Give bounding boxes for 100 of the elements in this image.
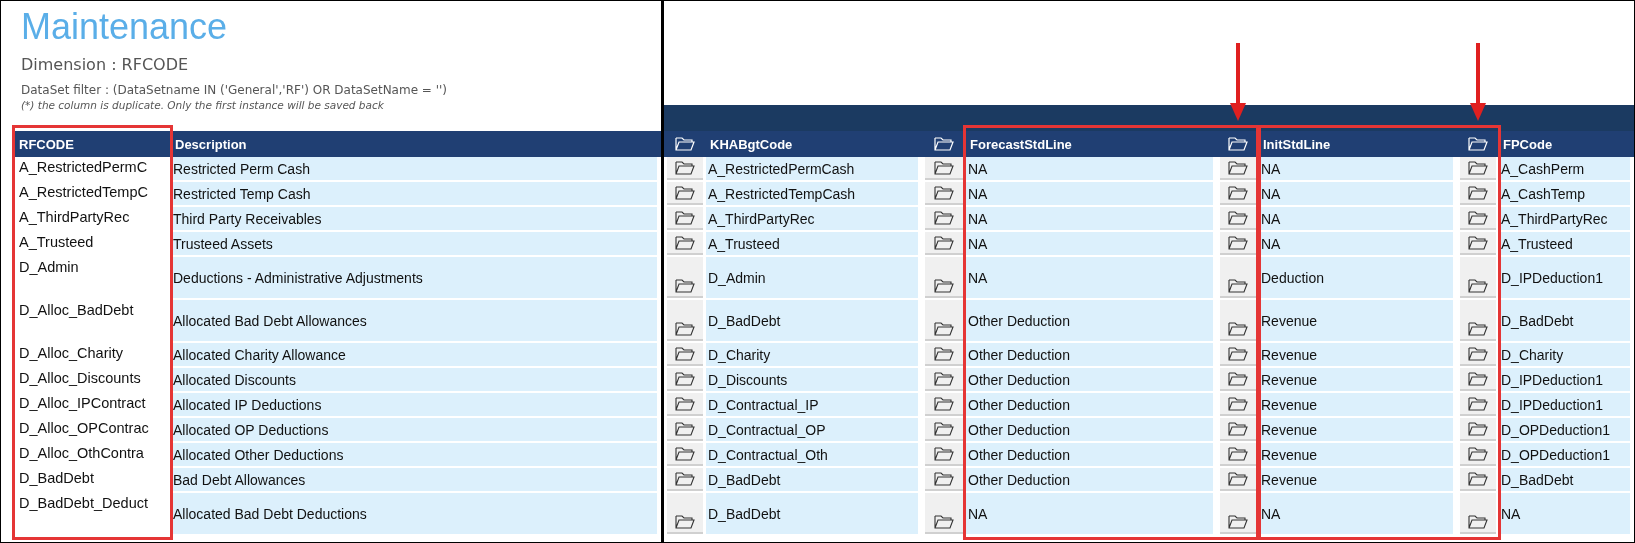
folder-button[interactable]: [667, 232, 703, 255]
folder-button[interactable]: [925, 393, 963, 416]
column-header: RFCODE: [18, 136, 75, 152]
folder-button[interactable]: [925, 232, 963, 255]
folder-button[interactable]: [1220, 232, 1256, 255]
folder-button[interactable]: [925, 468, 963, 491]
folder-button[interactable]: [1220, 257, 1256, 298]
table-cell: Allocated Other Deductions: [173, 446, 344, 463]
folder-button[interactable]: [667, 182, 703, 205]
folder-button[interactable]: [667, 493, 703, 534]
folder-icon: [1468, 236, 1488, 250]
folder-button[interactable]: [667, 368, 703, 391]
folder-button[interactable]: [1460, 157, 1496, 180]
folder-icon: [1228, 447, 1248, 461]
table-cell: NA: [1501, 505, 1521, 522]
table-cell: Allocated OP Deductions: [173, 421, 329, 438]
folder-icon: [1228, 211, 1248, 225]
folder-icon: [934, 161, 954, 175]
table-cell: NA: [1261, 185, 1281, 202]
folder-icon: [934, 211, 954, 225]
folder-button[interactable]: [1220, 343, 1256, 366]
folder-button[interactable]: [1220, 468, 1256, 491]
folder-button[interactable]: [1220, 443, 1256, 466]
table-cell: A_RestrictedPermC: [19, 159, 148, 175]
table-cell: Other Deduction: [968, 312, 1070, 329]
folder-button[interactable]: [925, 300, 963, 341]
folder-button[interactable]: [925, 368, 963, 391]
folder-button[interactable]: [925, 207, 963, 230]
table-cell: Trusteed Assets: [173, 235, 273, 252]
folder-icon: [675, 161, 695, 175]
folder-icon: [1468, 161, 1488, 175]
folder-button[interactable]: [1460, 232, 1496, 255]
folder-button[interactable]: [925, 157, 963, 180]
folder-button[interactable]: [1220, 182, 1256, 205]
table-cell: Bad Debt Allowances: [173, 471, 306, 488]
folder-button[interactable]: [925, 182, 963, 205]
folder-button[interactable]: [1220, 157, 1256, 180]
table-cell: A_Trusteed: [19, 234, 94, 250]
table-cell: NA: [968, 235, 988, 252]
table-cell: Allocated IP Deductions: [173, 396, 322, 413]
folder-button[interactable]: [667, 443, 703, 466]
table-cell: D_Alloc_IPContract: [19, 395, 146, 411]
folder-icon[interactable]: [675, 137, 695, 151]
folder-icon: [1228, 161, 1248, 175]
folder-button[interactable]: [925, 343, 963, 366]
folder-icon: [1468, 447, 1488, 461]
folder-icon: [1468, 397, 1488, 411]
folder-button[interactable]: [1220, 207, 1256, 230]
table-cell: Deductions - Administrative Adjustments: [173, 269, 423, 286]
folder-icon: [675, 279, 695, 293]
table-cell: D_Alloc_Discounts: [19, 370, 141, 386]
folder-button[interactable]: [1460, 343, 1496, 366]
folder-button[interactable]: [1460, 418, 1496, 441]
table-cell: D_Alloc_OPContrac: [19, 420, 149, 436]
folder-button[interactable]: [1220, 368, 1256, 391]
folder-button[interactable]: [667, 393, 703, 416]
folder-button[interactable]: [1220, 418, 1256, 441]
folder-button[interactable]: [925, 443, 963, 466]
folder-button[interactable]: [667, 300, 703, 341]
folder-button[interactable]: [1460, 182, 1496, 205]
table-cell: NA: [1261, 160, 1281, 177]
folder-button[interactable]: [1460, 468, 1496, 491]
table-cell: NA: [968, 210, 988, 227]
folder-icon: [934, 322, 954, 336]
table-cell: Revenue: [1261, 471, 1318, 488]
folder-button[interactable]: [1460, 257, 1496, 298]
table-cell: D_Admin: [708, 269, 766, 286]
table-cell: Revenue: [1261, 371, 1318, 388]
table-cell: A_ThirdPartyRec: [19, 209, 130, 225]
folder-button[interactable]: [925, 418, 963, 441]
folder-button[interactable]: [1460, 300, 1496, 341]
folder-button[interactable]: [667, 418, 703, 441]
folder-button[interactable]: [1460, 207, 1496, 230]
folder-button[interactable]: [1460, 368, 1496, 391]
folder-icon[interactable]: [1228, 137, 1248, 151]
folder-button[interactable]: [667, 207, 703, 230]
folder-button[interactable]: [667, 343, 703, 366]
folder-icon: [1228, 422, 1248, 436]
folder-button[interactable]: [925, 493, 963, 534]
table-cell: Other Deduction: [968, 446, 1070, 463]
table-cell: Revenue: [1261, 346, 1318, 363]
folder-button[interactable]: [925, 257, 963, 298]
folder-icon: [934, 347, 954, 361]
table-cell: D_BadDebt: [19, 470, 94, 486]
table-cell: D_Alloc_Charity: [19, 345, 123, 361]
folder-icon[interactable]: [934, 137, 954, 151]
folder-button[interactable]: [1460, 443, 1496, 466]
folder-button[interactable]: [667, 468, 703, 491]
folder-button[interactable]: [1220, 493, 1256, 534]
folder-button[interactable]: [1220, 300, 1256, 341]
folder-icon: [1228, 515, 1248, 529]
folder-button[interactable]: [1460, 393, 1496, 416]
table-cell: A_CashPerm: [1501, 160, 1585, 177]
folder-button[interactable]: [1460, 493, 1496, 534]
folder-icon: [675, 447, 695, 461]
table-cell: Deduction: [1261, 269, 1325, 286]
folder-button[interactable]: [1220, 393, 1256, 416]
folder-button[interactable]: [667, 257, 703, 298]
folder-icon[interactable]: [1468, 137, 1488, 151]
folder-button[interactable]: [667, 157, 703, 180]
